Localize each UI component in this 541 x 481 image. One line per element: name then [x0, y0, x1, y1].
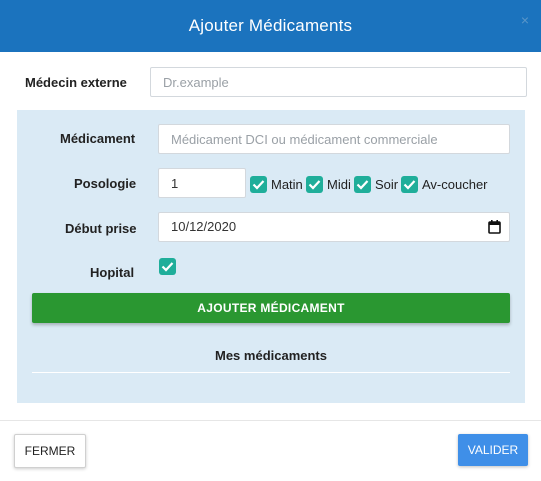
debut-prise-value: 10/12/2020: [171, 219, 237, 234]
check-icon: [403, 180, 416, 190]
medication-form-panel: Médicament Posologie Matin Midi Soir Av-…: [17, 110, 525, 403]
close-button[interactable]: FERMER: [14, 434, 86, 468]
submit-button[interactable]: VALIDER: [458, 434, 528, 466]
footer-divider: [0, 420, 541, 421]
matin-label: Matin: [271, 177, 303, 192]
dialog-title: Ajouter Médicaments: [188, 16, 353, 35]
dialog-header: Ajouter Médicaments ×: [0, 0, 541, 52]
medecin-externe-label: Médecin externe: [25, 75, 127, 90]
check-icon: [308, 180, 321, 190]
check-icon: [252, 180, 265, 190]
debut-prise-label: Début prise: [65, 221, 137, 236]
midi-checkbox[interactable]: [306, 176, 323, 193]
medicament-input[interactable]: [158, 124, 510, 154]
check-icon: [356, 180, 369, 190]
av-coucher-checkbox[interactable]: [401, 176, 418, 193]
hopital-label: Hopital: [90, 265, 135, 280]
divider: [32, 372, 510, 373]
medicament-label: Médicament: [60, 131, 136, 146]
close-icon[interactable]: ×: [521, 12, 529, 28]
add-medication-button[interactable]: AJOUTER MÉDICAMENT: [32, 293, 510, 323]
debut-prise-date-input[interactable]: 10/12/2020: [158, 212, 510, 242]
soir-checkbox[interactable]: [354, 176, 371, 193]
calendar-icon[interactable]: [488, 220, 501, 234]
posologie-input[interactable]: [158, 168, 246, 198]
hopital-checkbox[interactable]: [159, 258, 176, 275]
check-icon: [161, 262, 174, 272]
add-medication-dialog: Ajouter Médicaments × Médecin externe Mé…: [0, 0, 541, 481]
soir-label: Soir: [375, 177, 399, 192]
matin-checkbox[interactable]: [250, 176, 267, 193]
av-coucher-label: Av-coucher: [422, 177, 488, 192]
midi-label: Midi: [327, 177, 351, 192]
posologie-label: Posologie: [74, 176, 137, 191]
my-medications-title: Mes médicaments: [215, 348, 327, 363]
medecin-externe-input[interactable]: [150, 67, 527, 97]
